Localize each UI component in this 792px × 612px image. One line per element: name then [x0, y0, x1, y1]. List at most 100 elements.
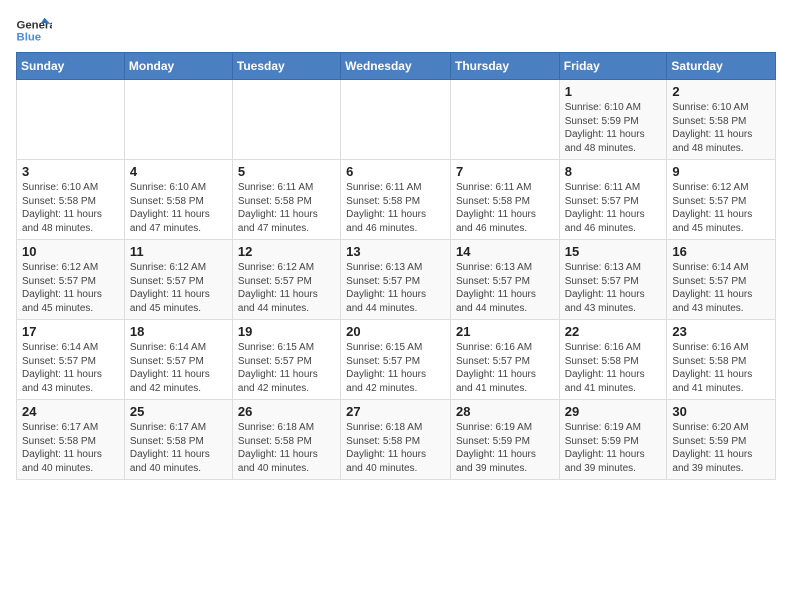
calendar-cell	[232, 80, 340, 160]
day-number: 29	[565, 404, 662, 419]
day-number: 1	[565, 84, 662, 99]
page-header: General Blue	[16, 16, 776, 44]
calendar: SundayMondayTuesdayWednesdayThursdayFrid…	[16, 52, 776, 480]
day-info: Sunrise: 6:10 AM Sunset: 5:58 PM Dayligh…	[130, 181, 227, 235]
day-info: Sunrise: 6:18 AM Sunset: 5:58 PM Dayligh…	[238, 421, 335, 475]
day-info: Sunrise: 6:12 AM Sunset: 5:57 PM Dayligh…	[238, 261, 335, 315]
day-number: 7	[456, 164, 554, 179]
day-info: Sunrise: 6:13 AM Sunset: 5:57 PM Dayligh…	[565, 261, 662, 315]
calendar-cell: 19 Sunrise: 6:15 AM Sunset: 5:57 PM Dayli…	[232, 320, 340, 400]
day-info: Sunrise: 6:19 AM Sunset: 5:59 PM Dayligh…	[565, 421, 662, 475]
day-number: 12	[238, 244, 335, 259]
day-info: Sunrise: 6:16 AM Sunset: 5:57 PM Dayligh…	[456, 341, 554, 395]
weekday-header: Tuesday	[232, 53, 340, 80]
calendar-cell: 20Sunrise: 6:15 AM Sunset: 5:57 PM Dayli…	[341, 320, 451, 400]
calendar-week-row: 3 Sunrise: 6:10 AM Sunset: 5:58 PM Daylig…	[17, 160, 776, 240]
day-info: Sunrise: 6:10 AM Sunset: 5:58 PM Dayligh…	[672, 101, 770, 155]
calendar-cell: 28Sunrise: 6:19 AM Sunset: 5:59 PM Dayli…	[450, 400, 559, 480]
day-info: Sunrise: 6:19 AM Sunset: 5:59 PM Dayligh…	[456, 421, 554, 475]
day-number: 21	[456, 324, 554, 339]
day-number: 2	[672, 84, 770, 99]
day-info: Sunrise: 6:10 AM Sunset: 5:58 PM Dayligh…	[22, 181, 119, 235]
calendar-week-row: 17 Sunrise: 6:14 AM Sunset: 5:57 PM Dayli…	[17, 320, 776, 400]
day-info: Sunrise: 6:11 AM Sunset: 5:57 PM Dayligh…	[565, 181, 662, 235]
weekday-header: Saturday	[667, 53, 776, 80]
calendar-header-row: SundayMondayTuesdayWednesdayThursdayFrid…	[17, 53, 776, 80]
day-info: Sunrise: 6:10 AM Sunset: 5:59 PM Dayligh…	[565, 101, 662, 155]
calendar-cell: 6 Sunrise: 6:11 AM Sunset: 5:58 PM Daylig…	[341, 160, 451, 240]
day-number: 3	[22, 164, 119, 179]
day-number: 10	[22, 244, 119, 259]
day-info: Sunrise: 6:13 AM Sunset: 5:57 PM Dayligh…	[456, 261, 554, 315]
day-number: 5	[238, 164, 335, 179]
weekday-header: Monday	[124, 53, 232, 80]
calendar-cell: 21 Sunrise: 6:16 AM Sunset: 5:57 PM Dayli…	[450, 320, 559, 400]
day-info: Sunrise: 6:15 AM Sunset: 5:57 PM Dayligh…	[346, 341, 445, 395]
calendar-cell: 25 Sunrise: 6:17 AM Sunset: 5:58 PM Dayli…	[124, 400, 232, 480]
calendar-cell: 27Sunrise: 6:18 AM Sunset: 5:58 PM Dayli…	[341, 400, 451, 480]
calendar-cell: 23 Sunrise: 6:16 AM Sunset: 5:58 PM Dayli…	[667, 320, 776, 400]
calendar-cell	[341, 80, 451, 160]
calendar-cell: 29 Sunrise: 6:19 AM Sunset: 5:59 PM Dayli…	[559, 400, 667, 480]
calendar-cell: 5 Sunrise: 6:11 AM Sunset: 5:58 PM Daylig…	[232, 160, 340, 240]
calendar-cell: 16 Sunrise: 6:14 AM Sunset: 5:57 PM Dayli…	[667, 240, 776, 320]
day-number: 30	[672, 404, 770, 419]
day-number: 19	[238, 324, 335, 339]
calendar-cell: 22Sunrise: 6:16 AM Sunset: 5:58 PM Dayli…	[559, 320, 667, 400]
calendar-cell: 26 Sunrise: 6:18 AM Sunset: 5:58 PM Dayli…	[232, 400, 340, 480]
day-info: Sunrise: 6:12 AM Sunset: 5:57 PM Dayligh…	[130, 261, 227, 315]
day-number: 22	[565, 324, 662, 339]
weekday-header: Wednesday	[341, 53, 451, 80]
calendar-cell: 13 Sunrise: 6:13 AM Sunset: 5:57 PM Dayli…	[341, 240, 451, 320]
calendar-cell: 24Sunrise: 6:17 AM Sunset: 5:58 PM Dayli…	[17, 400, 125, 480]
day-info: Sunrise: 6:11 AM Sunset: 5:58 PM Dayligh…	[238, 181, 335, 235]
calendar-cell: 4 Sunrise: 6:10 AM Sunset: 5:58 PM Daylig…	[124, 160, 232, 240]
day-number: 4	[130, 164, 227, 179]
calendar-week-row: 24 Sunrise: 6:17 AM Sunset: 5:58 PM Dayli…	[17, 400, 776, 480]
weekday-header: Friday	[559, 53, 667, 80]
day-number: 14	[456, 244, 554, 259]
day-number: 11	[130, 244, 227, 259]
calendar-cell: 7 Sunrise: 6:11 AM Sunset: 5:58 PM Daylig…	[450, 160, 559, 240]
calendar-cell	[450, 80, 559, 160]
day-number: 8	[565, 164, 662, 179]
calendar-cell: 30 Sunrise: 6:20 AM Sunset: 5:59 PM Dayli…	[667, 400, 776, 480]
day-number: 23	[672, 324, 770, 339]
day-number: 6	[346, 164, 445, 179]
day-info: Sunrise: 6:16 AM Sunset: 5:58 PM Dayligh…	[672, 341, 770, 395]
calendar-cell: 1 Sunrise: 6:10 AM Sunset: 5:59 PM Daylig…	[559, 80, 667, 160]
day-info: Sunrise: 6:12 AM Sunset: 5:57 PM Dayligh…	[672, 181, 770, 235]
day-info: Sunrise: 6:17 AM Sunset: 5:58 PM Dayligh…	[130, 421, 227, 475]
day-number: 17	[22, 324, 119, 339]
logo-icon: General Blue	[16, 16, 52, 44]
calendar-cell	[17, 80, 125, 160]
calendar-week-row: 1 Sunrise: 6:10 AM Sunset: 5:59 PM Daylig…	[17, 80, 776, 160]
day-info: Sunrise: 6:14 AM Sunset: 5:57 PM Dayligh…	[130, 341, 227, 395]
day-info: Sunrise: 6:15 AM Sunset: 5:57 PM Dayligh…	[238, 341, 335, 395]
calendar-cell: 8 Sunrise: 6:11 AM Sunset: 5:57 PM Daylig…	[559, 160, 667, 240]
weekday-header: Sunday	[17, 53, 125, 80]
calendar-cell: 9 Sunrise: 6:12 AM Sunset: 5:57 PM Daylig…	[667, 160, 776, 240]
calendar-week-row: 10 Sunrise: 6:12 AM Sunset: 5:57 PM Dayli…	[17, 240, 776, 320]
day-info: Sunrise: 6:14 AM Sunset: 5:57 PM Dayligh…	[672, 261, 770, 315]
day-info: Sunrise: 6:11 AM Sunset: 5:58 PM Dayligh…	[346, 181, 445, 235]
calendar-cell: 10Sunrise: 6:12 AM Sunset: 5:57 PM Dayli…	[17, 240, 125, 320]
day-number: 26	[238, 404, 335, 419]
day-info: Sunrise: 6:13 AM Sunset: 5:57 PM Dayligh…	[346, 261, 445, 315]
calendar-cell: 14 Sunrise: 6:13 AM Sunset: 5:57 PM Dayli…	[450, 240, 559, 320]
day-number: 9	[672, 164, 770, 179]
day-number: 18	[130, 324, 227, 339]
day-info: Sunrise: 6:11 AM Sunset: 5:58 PM Dayligh…	[456, 181, 554, 235]
day-info: Sunrise: 6:20 AM Sunset: 5:59 PM Dayligh…	[672, 421, 770, 475]
day-number: 16	[672, 244, 770, 259]
calendar-cell: 12 Sunrise: 6:12 AM Sunset: 5:57 PM Dayli…	[232, 240, 340, 320]
svg-text:Blue: Blue	[17, 32, 42, 44]
day-number: 25	[130, 404, 227, 419]
day-number: 24	[22, 404, 119, 419]
day-info: Sunrise: 6:14 AM Sunset: 5:57 PM Dayligh…	[22, 341, 119, 395]
day-number: 13	[346, 244, 445, 259]
day-number: 15	[565, 244, 662, 259]
calendar-cell: 18 Sunrise: 6:14 AM Sunset: 5:57 PM Dayli…	[124, 320, 232, 400]
calendar-cell: 3 Sunrise: 6:10 AM Sunset: 5:58 PM Daylig…	[17, 160, 125, 240]
day-number: 27	[346, 404, 445, 419]
